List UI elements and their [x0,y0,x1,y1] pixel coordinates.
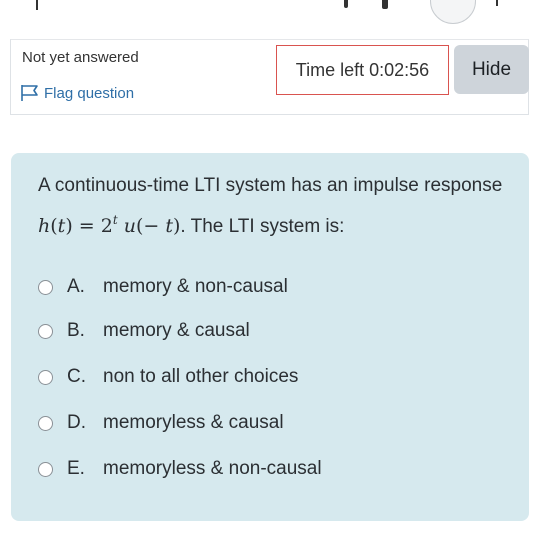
option-e[interactable]: E. memoryless & non-causal [38,458,322,480]
option-label: memoryless & non-causal [103,458,322,479]
option-label: memoryless & causal [103,412,284,433]
question-state: Not yet answered [22,49,139,66]
option-d[interactable]: D. memoryless & causal [38,412,284,434]
radio-button[interactable] [38,279,53,295]
option-label: memory & non-causal [103,276,288,297]
option-letter: A. [67,276,85,297]
radio-button[interactable] [38,323,53,339]
top-nav-fragment [0,0,539,28]
flag-icon [21,85,38,101]
option-a[interactable]: A. memory & non-causal [38,276,288,298]
radio-button[interactable] [38,461,53,477]
option-letter: C. [67,366,86,387]
nav-circle-button[interactable] [430,0,476,24]
radio-button[interactable] [38,369,53,385]
nav-fragment-bar [496,0,498,6]
option-b[interactable]: B. memory & causal [38,320,250,342]
nav-fragment-bar [36,0,38,10]
quiz-timer: Time left 0:02:56 [276,45,449,95]
option-letter: D. [67,412,86,433]
option-c[interactable]: C. non to all other choices [38,366,298,388]
flag-question-label: Flag question [44,84,135,102]
impulse-response-formula: h(t) = 2t u(− t) [38,213,181,237]
nav-fragment-mark [382,0,388,9]
question-text-part: A continuous-time LTI system has an impu… [38,175,503,196]
question-text: A continuous-time LTI system has an impu… [38,169,508,244]
option-letter: E. [67,458,85,479]
option-label: non to all other choices [103,366,299,387]
option-label: memory & causal [103,320,250,341]
radio-button[interactable] [38,415,53,431]
flag-question-link[interactable]: Flag question [20,84,134,102]
option-letter: B. [67,320,85,341]
question-text-part: . The LTI system is: [180,216,345,237]
hide-timer-button[interactable]: Hide [454,45,529,94]
nav-fragment-mark [344,0,348,8]
